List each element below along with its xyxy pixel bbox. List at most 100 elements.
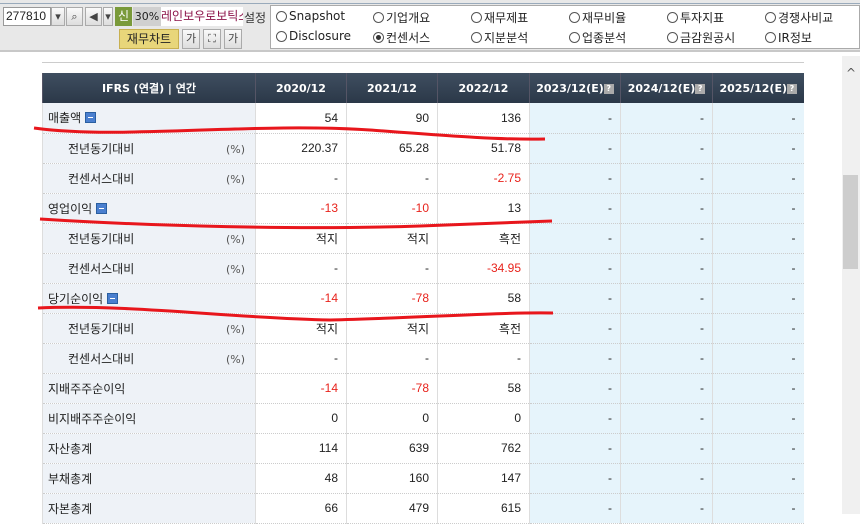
row-label-cell: 자본총계 xyxy=(42,493,256,524)
value-cell: -2.75 xyxy=(437,163,530,194)
radio-circle-icon[interactable] xyxy=(471,12,482,23)
value-cell: 114 xyxy=(255,433,347,464)
value-cell: 160 xyxy=(346,463,438,494)
value-cell: 66 xyxy=(255,493,347,524)
view-radio-group: Snapshot 기업개요 재무제표 재무비율 투자지표 경쟁사비교 Disclosure 컨… xyxy=(270,5,860,49)
chevron-down-icon[interactable]: ▾ xyxy=(103,7,113,26)
row-label-cell: 컨센서스대비 (%) xyxy=(42,343,256,374)
speaker-icon[interactable]: ◀ xyxy=(85,7,102,26)
settings-label[interactable]: 설정 xyxy=(244,9,266,26)
row-label: 전년동기대비 xyxy=(68,321,135,336)
table-row: 전년동기대비 (%) 적지 적지 흑전 - - - xyxy=(42,313,804,344)
radio-label: 컨센서스 xyxy=(386,31,431,45)
financial-table: IFRS (연결) | 연간 2020/12 2021/12 2022/12 2023/… xyxy=(42,73,804,524)
value-cell: - xyxy=(712,223,804,254)
value-cell: - xyxy=(529,193,621,224)
value-cell: - xyxy=(620,103,713,134)
font-increase-button[interactable]: 가 xyxy=(224,29,242,49)
help-icon[interactable]: ? xyxy=(603,83,614,94)
help-icon[interactable]: ? xyxy=(787,83,797,94)
radio-1[interactable]: Snapshot xyxy=(276,9,345,23)
chevron-down-icon[interactable]: ▾ xyxy=(51,7,65,26)
fullscreen-icon[interactable]: ⛶ xyxy=(203,29,221,49)
value-cell: - xyxy=(620,373,713,404)
radio-circle-icon[interactable] xyxy=(276,30,287,42)
row-label: 컨센서스대비 xyxy=(68,351,135,366)
table-row: 전년동기대비 (%) 적지 적지 흑전 - - - xyxy=(42,223,804,254)
radio-5[interactable]: 투자지표 xyxy=(667,9,724,26)
value-cell: - xyxy=(712,433,804,464)
row-label-cell: 자산총계 xyxy=(42,433,256,464)
radio-circle-icon[interactable] xyxy=(667,32,678,43)
radio-4[interactable]: 재무비율 xyxy=(569,9,626,26)
unit-label: (%) xyxy=(225,352,245,366)
radio-12[interactable]: IR정보 xyxy=(765,29,812,46)
value-cell: -14 xyxy=(255,373,347,404)
radio-9[interactable]: 지분분석 xyxy=(471,29,528,46)
collapse-icon[interactable] xyxy=(96,202,108,214)
unit-label: (%) xyxy=(225,172,245,186)
value-cell: - xyxy=(620,223,713,254)
radio-circle-icon[interactable] xyxy=(569,32,580,43)
scroll-up-icon[interactable]: ^ xyxy=(846,66,856,80)
table-row: 부채총계 48 160 147- - - xyxy=(42,463,804,494)
value-cell: 흑전 xyxy=(437,223,530,254)
row-label-cell: 당기순이익 xyxy=(42,283,256,314)
radio-circle-icon[interactable] xyxy=(667,12,678,23)
collapse-icon[interactable] xyxy=(85,112,97,124)
value-cell: - xyxy=(529,223,621,254)
radio-7[interactable]: Disclosure xyxy=(276,29,351,43)
value-cell: 적지 xyxy=(346,223,438,254)
row-label: 비지배주주순이익 xyxy=(48,411,137,426)
scrollbar[interactable] xyxy=(842,56,860,514)
search-icon[interactable]: ⌕ xyxy=(66,7,83,26)
column-label: 2022/12 xyxy=(458,81,509,95)
radio-6[interactable]: 경쟁사비교 xyxy=(765,9,833,26)
financial-chart-button[interactable]: 재무차트 xyxy=(119,29,179,49)
unit-label: (%) xyxy=(225,142,245,156)
value-cell: - xyxy=(529,463,621,494)
collapse-icon[interactable] xyxy=(107,292,119,304)
company-name: 레인보우로보틱스 xyxy=(161,7,243,26)
radio-label: Disclosure xyxy=(289,29,352,43)
value-cell: - xyxy=(529,373,621,404)
radio-circle-icon[interactable] xyxy=(373,32,384,43)
column-header: 2021/12 xyxy=(346,73,438,103)
row-label: 매출액 xyxy=(48,111,82,126)
value-cell: - xyxy=(712,343,804,374)
radio-11[interactable]: 금감원공시 xyxy=(667,29,735,46)
table-row: 매출액 54 90 136- - - xyxy=(42,103,804,134)
radio-circle-icon[interactable] xyxy=(276,10,287,22)
radio-circle-icon[interactable] xyxy=(471,32,482,43)
value-cell: 90 xyxy=(346,103,438,134)
value-cell: - xyxy=(529,163,621,194)
scrollbar-thumb[interactable] xyxy=(843,175,858,269)
help-icon[interactable]: ? xyxy=(695,83,706,94)
row-label: 컨센서스대비 xyxy=(68,261,135,276)
value-cell: - xyxy=(529,133,621,164)
radio-circle-icon[interactable] xyxy=(569,12,580,23)
radio-circle-icon[interactable] xyxy=(765,32,776,43)
radio-circle-icon[interactable] xyxy=(765,12,776,23)
value-cell: 58 xyxy=(437,283,530,314)
value-cell: - xyxy=(529,313,621,344)
value-cell: 13 xyxy=(437,193,530,224)
radio-label: 투자지표 xyxy=(680,11,725,25)
radio-2[interactable]: 기업개요 xyxy=(373,9,430,26)
radio-8[interactable]: 컨센서스 xyxy=(373,29,430,46)
table-row: 영업이익 -13 -10 13- - - xyxy=(42,193,804,224)
column-label: 2024/12(E) xyxy=(627,81,696,95)
value-cell: 적지 xyxy=(255,313,347,344)
value-cell: - xyxy=(620,313,713,344)
value-cell: 479 xyxy=(346,493,438,524)
radio-circle-icon[interactable] xyxy=(373,12,384,23)
row-label-cell: 전년동기대비 (%) xyxy=(42,133,256,164)
font-decrease-button[interactable]: 가 xyxy=(182,29,200,49)
stock-code-input[interactable]: 277810 xyxy=(3,7,51,26)
value-cell: - xyxy=(620,193,713,224)
radio-3[interactable]: 재무제표 xyxy=(471,9,528,26)
unit-label: (%) xyxy=(225,262,245,276)
column-header: 2023/12(E)? xyxy=(529,73,621,103)
radio-label: 경쟁사비교 xyxy=(778,11,834,25)
radio-10[interactable]: 업종분석 xyxy=(569,29,626,46)
